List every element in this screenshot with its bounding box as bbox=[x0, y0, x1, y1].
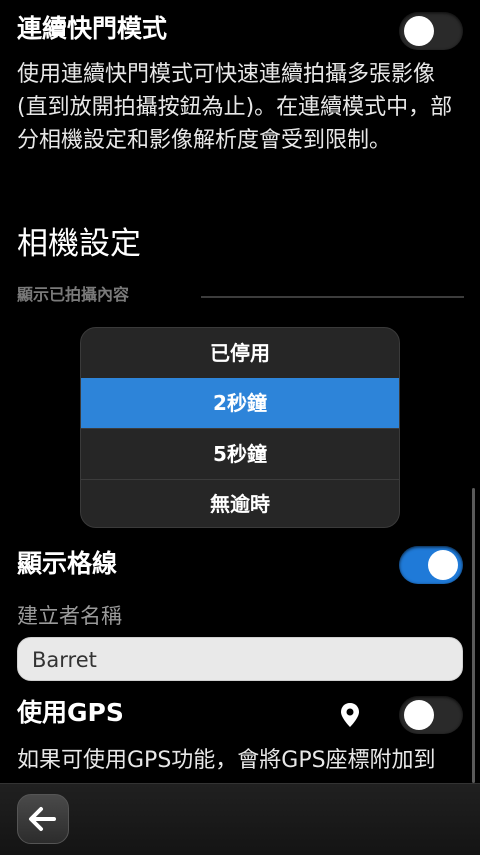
grid-lines-title: 顯示格線 bbox=[17, 549, 118, 578]
location-pin-icon bbox=[339, 702, 361, 728]
toggle-knob bbox=[404, 700, 434, 730]
section-divider bbox=[201, 296, 464, 298]
burst-mode-description: 使用連續快門模式可快速連續拍攝多張影像(直到放開拍攝按鈕為止)。在連續模式中，部… bbox=[17, 62, 453, 153]
grid-lines-toggle[interactable] bbox=[399, 546, 463, 584]
bottom-toolbar bbox=[0, 783, 480, 855]
gps-toggle[interactable] bbox=[399, 696, 463, 734]
menu-option-no-timeout[interactable]: 無逾時 bbox=[81, 479, 399, 527]
scrollbar[interactable] bbox=[472, 488, 475, 783]
gps-title: 使用GPS bbox=[17, 698, 124, 727]
back-button[interactable] bbox=[17, 794, 69, 844]
burst-mode-title: 連續快門模式 bbox=[17, 14, 168, 43]
section-title-camera-settings: 相機設定 bbox=[17, 226, 141, 262]
menu-option-disabled[interactable]: 已停用 bbox=[81, 328, 399, 378]
author-name-label: 建立者名稱 bbox=[17, 604, 122, 628]
back-arrow-icon bbox=[29, 807, 56, 831]
menu-option-2-seconds[interactable]: 2秒鐘 bbox=[81, 378, 399, 428]
show-captured-label: 顯示已拍攝內容 bbox=[17, 285, 130, 304]
toggle-knob bbox=[428, 550, 458, 580]
menu-option-5-seconds[interactable]: 5秒鐘 bbox=[81, 429, 399, 479]
toggle-knob bbox=[404, 16, 434, 46]
duration-options-menu: 已停用 2秒鐘 5秒鐘 無逾時 bbox=[80, 327, 400, 528]
burst-mode-toggle[interactable] bbox=[399, 12, 463, 50]
gps-description: 如果可使用GPS功能，會將GPS座標附加到 bbox=[17, 748, 436, 773]
author-name-input[interactable]: Barret bbox=[17, 637, 463, 681]
